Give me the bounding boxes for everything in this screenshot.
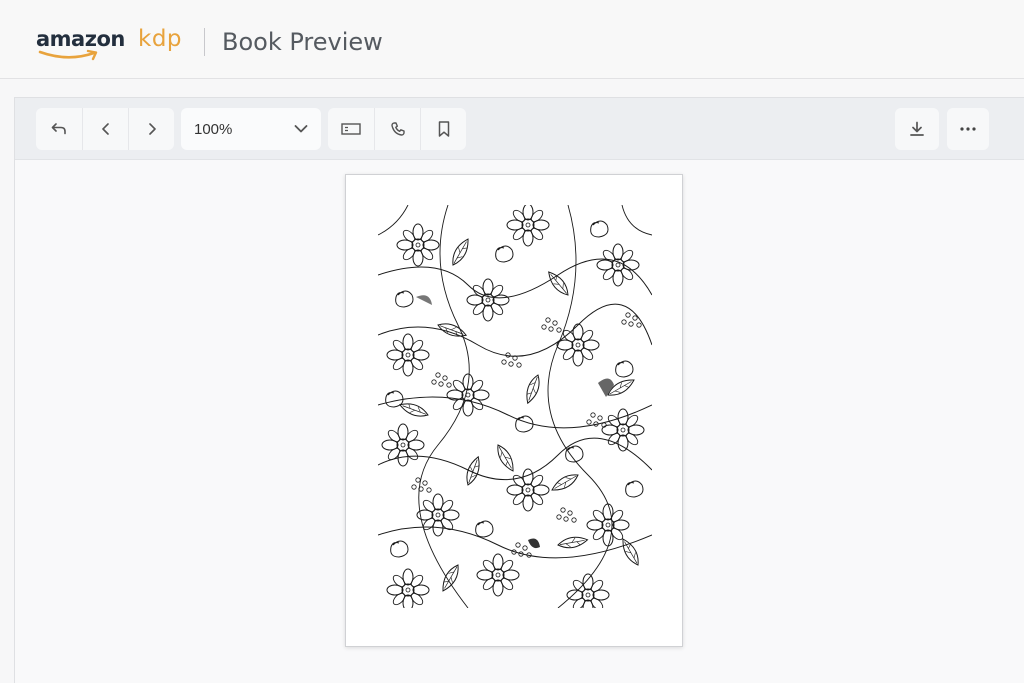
chevron-left-icon	[101, 123, 109, 135]
navigation-group	[36, 108, 174, 150]
app-header: amazon kdp Book Preview	[0, 0, 1024, 79]
bookmark-button[interactable]	[420, 108, 466, 150]
chevron-right-icon	[148, 123, 156, 135]
single-page-view-icon	[341, 123, 361, 135]
more-options-icon	[960, 127, 976, 131]
single-page-view-button[interactable]	[328, 108, 374, 150]
phone-view-icon	[390, 122, 405, 136]
viewer-toolbar: 100%	[15, 98, 1024, 160]
coloring-page-illustration	[378, 205, 652, 608]
zoom-value: 100%	[194, 121, 233, 138]
amazon-kdp-logo[interactable]: amazon kdp	[36, 26, 196, 63]
book-page	[345, 174, 683, 647]
page-title: Book Preview	[222, 28, 383, 56]
next-page-button[interactable]	[128, 108, 174, 150]
download-icon	[910, 121, 924, 136]
amazon-smile-icon	[38, 49, 98, 61]
previous-page-button[interactable]	[82, 108, 128, 150]
view-mode-group	[328, 108, 466, 150]
download-button[interactable]	[895, 108, 939, 150]
undo-button[interactable]	[36, 108, 82, 150]
undo-icon	[51, 123, 66, 135]
header-divider	[204, 28, 205, 56]
book-viewer: 100%	[14, 97, 1024, 683]
bookmark-icon	[438, 121, 449, 137]
logo-kdp-text: kdp	[138, 26, 183, 52]
more-options-button[interactable]	[947, 108, 989, 150]
zoom-select[interactable]: 100%	[181, 108, 321, 150]
logo-amazon-text: amazon	[36, 27, 125, 51]
more-group	[947, 108, 989, 150]
download-group	[895, 108, 939, 150]
chevron-down-icon	[294, 125, 308, 133]
phone-view-button[interactable]	[374, 108, 420, 150]
page-canvas	[15, 160, 1024, 683]
